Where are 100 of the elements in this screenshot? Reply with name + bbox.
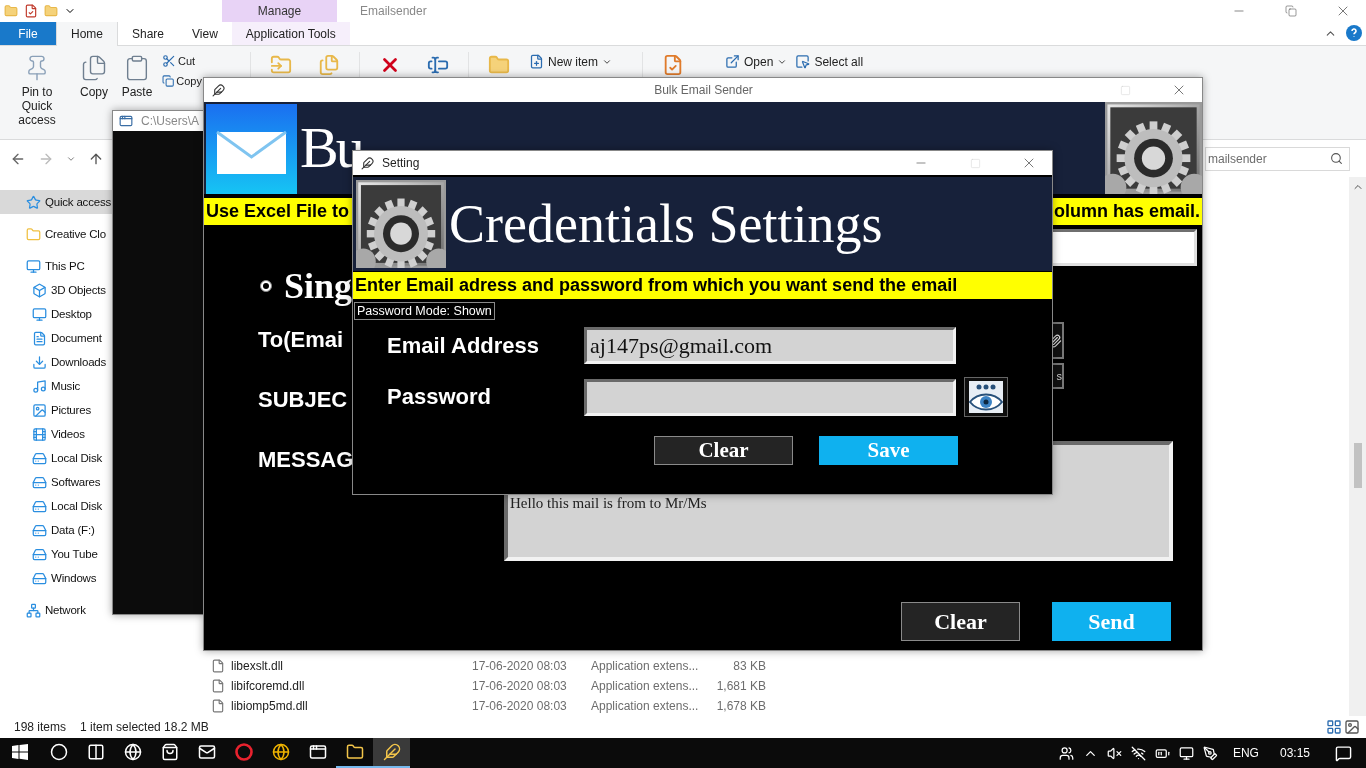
ribbon-button[interactable]: Cut [162, 52, 202, 70]
ribbon-tab[interactable]: Share [118, 22, 179, 45]
windows-icon [12, 744, 28, 760]
select-all-icon [795, 54, 811, 69]
folder-icon [345, 743, 364, 761]
search-field[interactable]: mailsender [1205, 146, 1350, 171]
nav-item[interactable]: Pictures [0, 398, 112, 422]
nav-item[interactable]: Videos [0, 422, 112, 446]
ribbon-button[interactable]: Copy [162, 72, 202, 90]
scrollbar[interactable] [1349, 177, 1366, 716]
file-date: 17-06-2020 08:03 [472, 679, 568, 693]
field-label: Email Address [387, 332, 541, 359]
task-view-icon [86, 743, 105, 761]
copy-icon [80, 54, 108, 82]
ring-icon [234, 743, 253, 761]
star-icon [26, 194, 41, 210]
drive-icon [32, 450, 47, 466]
clear-button[interactable]: Clear [901, 602, 1020, 641]
radio-dot [263, 283, 269, 289]
cube-icon [32, 282, 47, 298]
banner-text: Use Excel File to [206, 201, 350, 222]
file-icon [211, 699, 225, 713]
file-type: Application extens... [591, 699, 700, 713]
file-icon [211, 679, 225, 693]
nav-item[interactable]: Windows [0, 566, 112, 590]
field-label: SUBJEC [258, 387, 348, 413]
banner-text: olumn has email. [1053, 201, 1200, 222]
mode-label: Password Mode: Shown [354, 302, 495, 320]
folder-icon [26, 226, 41, 242]
file-date: 17-06-2020 08:03 [472, 699, 568, 713]
nav-item[interactable]: Quick access [0, 190, 112, 214]
nav-item[interactable]: Local Disk [0, 494, 112, 518]
ribbon-button[interactable]: New item [529, 52, 612, 71]
details-view-icon[interactable] [1326, 719, 1342, 735]
feather-icon [361, 156, 374, 170]
taskbar-button[interactable] [373, 738, 410, 768]
scroll-thumb[interactable] [1353, 443, 1362, 488]
bag-icon [160, 743, 179, 761]
instruction-text: Enter Email adress and password from which you want send the email [353, 272, 1052, 299]
document-icon [32, 330, 47, 346]
nav-item[interactable]: Music [0, 374, 112, 398]
nav-item[interactable]: Creative Clo [0, 222, 112, 246]
mail-icon [197, 743, 216, 761]
nav-item[interactable]: Local Disk [0, 446, 112, 470]
file-size: 1,681 KB [715, 679, 766, 693]
notification-icon[interactable] [1335, 744, 1352, 762]
scissors-icon [162, 54, 176, 68]
maximize-icon [969, 157, 981, 169]
nav-item[interactable]: Downloads [0, 350, 112, 374]
ribbon-button[interactable]: Pin to Quick access [2, 52, 72, 129]
wifi-off-icon[interactable] [1130, 745, 1146, 761]
nav-item[interactable]: Softwares [0, 470, 112, 494]
nav-item[interactable]: Document [0, 326, 112, 350]
file-row[interactable]: libifcoremd.dll 17-06-2020 08:03 Application extens... 1,681 KB [200, 676, 766, 696]
ribbon-button[interactable]: Open [725, 52, 788, 71]
clear-button[interactable]: Clear [654, 436, 793, 465]
search-icon [1330, 152, 1343, 165]
ribbon-button[interactable]: Select all [795, 52, 864, 71]
envelope-icon [206, 104, 297, 194]
ribbon-tab[interactable]: File [0, 22, 56, 45]
nav-item[interactable]: You Tube [0, 542, 112, 566]
option-label: Sing [284, 265, 353, 307]
radio-button[interactable] [260, 280, 272, 292]
speaker-muted-icon[interactable] [1106, 745, 1122, 761]
email-field[interactable]: aj147ps@gmail.com [584, 327, 956, 364]
language-indicator[interactable]: ENG [1226, 746, 1265, 760]
context-tab-header: Manage [222, 0, 337, 22]
nav-item[interactable]: Data (F:) [0, 518, 112, 542]
film-icon [32, 426, 47, 442]
file-row[interactable]: libexslt.dll 17-06-2020 08:03 Application extens... 83 KB [200, 656, 766, 676]
thumbnail-view-icon[interactable] [1344, 719, 1360, 735]
show-password-button[interactable] [964, 377, 1008, 417]
file-row[interactable]: libiomp5md.dll 17-06-2020 08:03 Application extens... 1,678 KB [200, 696, 766, 716]
file-name: libiomp5md.dll [231, 699, 309, 713]
restore-icon [1285, 5, 1297, 17]
ribbon-button[interactable]: Paste [116, 52, 158, 101]
feather-icon [382, 743, 401, 761]
download-icon [32, 354, 47, 370]
feather-icon [212, 83, 225, 97]
ribbon-tab[interactable]: Home [56, 22, 118, 46]
ribbon-tab[interactable]: Application Tools [231, 22, 350, 45]
pen-icon[interactable] [1202, 745, 1218, 761]
people-icon[interactable] [1058, 745, 1074, 761]
nav-item[interactable]: 3D Objects [0, 278, 112, 302]
checklist-icon[interactable] [24, 4, 38, 18]
password-field[interactable] [584, 378, 956, 416]
rename-icon[interactable] [427, 54, 449, 76]
clock[interactable]: 03:15 [1273, 746, 1316, 760]
file-date: 17-06-2020 08:03 [472, 659, 568, 673]
ribbon-tab[interactable]: View [178, 22, 232, 45]
file-type: Application extens... [591, 679, 700, 693]
window-title: Emailsender [360, 4, 427, 18]
document-check-icon[interactable] [662, 54, 684, 76]
nav-item[interactable]: Desktop [0, 302, 112, 326]
nav-item[interactable]: This PC [0, 254, 112, 278]
ribbon-button[interactable]: Copy [76, 52, 112, 101]
network-icon[interactable] [1178, 745, 1194, 761]
nav-item[interactable]: Network [0, 598, 112, 622]
window-title: C:\Users\A [141, 114, 199, 128]
monitor-icon [26, 258, 41, 274]
